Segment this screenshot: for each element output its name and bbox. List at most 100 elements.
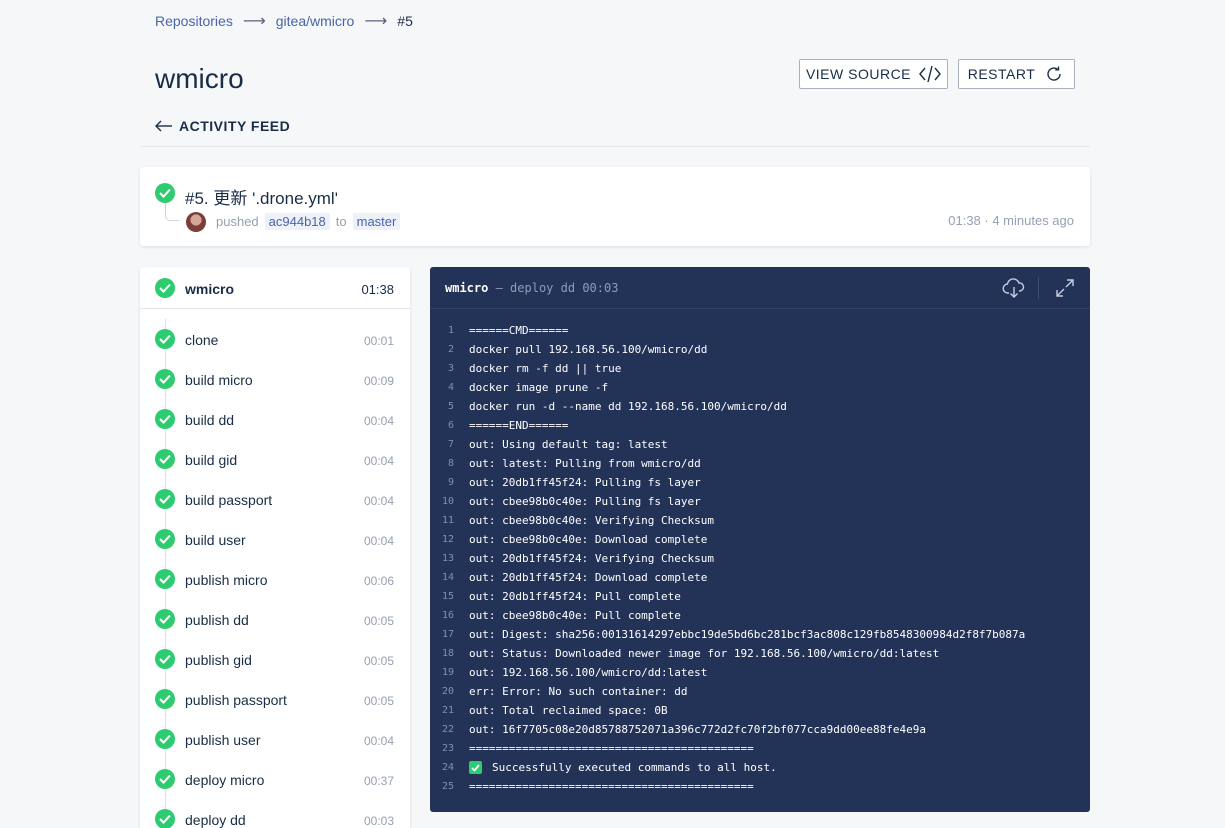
- line-number: 19: [441, 667, 454, 678]
- activity-feed-label: ACTIVITY FEED: [179, 118, 291, 134]
- line-text: docker image prune -f: [469, 381, 608, 394]
- line-content: out: Using default tag: latest: [469, 438, 668, 451]
- check-icon: [155, 409, 175, 429]
- line-number: 17: [441, 629, 454, 640]
- activity-feed-link[interactable]: ACTIVITY FEED: [155, 118, 290, 134]
- commit-link[interactable]: ac944b18: [264, 213, 330, 230]
- step-duration: 00:04: [363, 734, 394, 748]
- step-item[interactable]: deploy dd 00:03: [140, 799, 410, 828]
- check-icon: [155, 183, 175, 203]
- arrow-left-icon: [155, 120, 172, 132]
- arrow-right-icon: ⟶: [364, 13, 388, 30]
- log-line: 22 out: 16f7705c08e20d85788752071a396c772…: [430, 720, 1090, 739]
- line-number: 22: [441, 724, 454, 735]
- line-content: out: cbee98b0c40e: Pull complete: [469, 609, 681, 622]
- log-line: 7 out: Using default tag: latest: [430, 435, 1090, 454]
- line-content: ======CMD======: [469, 324, 569, 337]
- check-icon: [155, 278, 175, 298]
- line-text: out: latest: Pulling from wmicro/dd: [469, 457, 701, 470]
- line-number: 1: [447, 325, 454, 336]
- line-content: docker run -d --name dd 192.168.56.100/w…: [469, 400, 787, 413]
- log-panel: wmicro — deploy dd 00:03 1 ======CMD=====…: [430, 267, 1090, 812]
- check-icon: [155, 569, 175, 589]
- breadcrumb-repositories[interactable]: Repositories: [155, 13, 233, 29]
- build-action: pushed: [216, 214, 259, 229]
- line-number: 12: [441, 534, 454, 545]
- line-content: docker pull 192.168.56.100/wmicro/dd: [469, 343, 708, 356]
- step-item[interactable]: publish gid 00:05: [140, 639, 410, 679]
- step-duration: 00:09: [363, 374, 394, 388]
- check-icon: [155, 369, 175, 389]
- step-duration: 00:04: [363, 534, 394, 548]
- line-content: out: 20db1ff45f24: Verifying Checksum: [469, 552, 715, 565]
- breadcrumb-repo[interactable]: gitea/wmicro: [276, 13, 355, 29]
- line-content: out: cbee98b0c40e: Verifying Checksum: [469, 514, 715, 527]
- header-separator: [1038, 277, 1039, 299]
- step-list: clone 00:01 build micro 00:09 build dd 00:04 b…: [140, 309, 410, 828]
- line-number: 9: [447, 477, 454, 488]
- step-duration: 00:05: [363, 654, 394, 668]
- view-source-button[interactable]: VIEW SOURCE: [799, 59, 948, 89]
- line-content: err: Error: No such container: dd: [469, 685, 688, 698]
- log-line: 10 out: cbee98b0c40e: Pulling fs layer: [430, 492, 1090, 511]
- page-title: wmicro: [155, 63, 244, 94]
- arrow-right-icon: ⟶: [242, 13, 266, 30]
- step-name: clone: [185, 332, 219, 348]
- line-text: out: Status: Downloaded newer image for …: [469, 647, 939, 660]
- step-duration: 00:04: [363, 494, 394, 508]
- step-item[interactable]: publish user 00:04: [140, 719, 410, 759]
- line-text: out: cbee98b0c40e: Pull complete: [469, 609, 681, 622]
- refresh-icon: [1047, 66, 1061, 81]
- expand-icon[interactable]: [1053, 276, 1077, 300]
- step-name: publish user: [185, 732, 261, 748]
- line-content: docker rm -f dd || true: [469, 362, 622, 375]
- check-icon: [469, 761, 482, 775]
- breadcrumb-current: #5: [397, 13, 413, 29]
- log-line: 9 out: 20db1ff45f24: Pulling fs layer: [430, 473, 1090, 492]
- step-item[interactable]: build user 00:04: [140, 519, 410, 559]
- stage-header[interactable]: wmicro 01:38: [140, 267, 410, 309]
- log-line: 6 ======END======: [430, 416, 1090, 435]
- log-lines: 1 ======CMD====== 2 docker pull 192.168.56.…: [430, 321, 1090, 796]
- step-item[interactable]: build micro 00:09: [140, 359, 410, 399]
- step-duration: 00:01: [363, 334, 394, 348]
- breadcrumb: Repositories ⟶ gitea/wmicro ⟶ #5: [155, 11, 413, 31]
- stage-panel: wmicro 01:38 clone 00:01 build micro 00:09 b…: [140, 267, 410, 828]
- step-item[interactable]: publish passport 00:05: [140, 679, 410, 719]
- branch-link[interactable]: master: [352, 213, 401, 230]
- step-name: build dd: [185, 412, 235, 428]
- line-content: out: 16f7705c08e20d85788752071a396c772d2…: [469, 723, 926, 736]
- step-duration: 00:37: [363, 774, 394, 788]
- step-item[interactable]: deploy micro 00:37: [140, 759, 410, 799]
- log-line: 8 out: latest: Pulling from wmicro/dd: [430, 454, 1090, 473]
- cloud-download-icon[interactable]: [1002, 276, 1026, 300]
- step-duration: 00:05: [363, 614, 394, 628]
- line-number: 14: [441, 572, 454, 583]
- connector-line: [165, 203, 179, 221]
- step-duration: 00:05: [363, 694, 394, 708]
- step-item[interactable]: build gid 00:04: [140, 439, 410, 479]
- step-item[interactable]: publish micro 00:06: [140, 559, 410, 599]
- line-content: Successfully executed commands to all ho…: [492, 760, 777, 774]
- check-icon: [155, 729, 175, 749]
- log-line: 18 out: Status: Downloaded newer image fo…: [430, 644, 1090, 663]
- line-content: out: 20db1ff45f24: Pulling fs layer: [469, 476, 701, 489]
- log-line: 3 docker rm -f dd || true: [430, 359, 1090, 378]
- line-number: 3: [447, 363, 454, 374]
- step-item[interactable]: clone 00:01: [140, 319, 410, 359]
- log-line: 24 Successfully executed commands to all …: [430, 758, 1090, 777]
- restart-button[interactable]: RESTART: [958, 59, 1075, 89]
- log-line: 14 out: 20db1ff45f24: Download complete: [430, 568, 1090, 587]
- line-text: out: 20db1ff45f24: Verifying Checksum: [469, 552, 714, 565]
- line-number: 7: [447, 439, 454, 450]
- step-duration: 00:04: [363, 414, 394, 428]
- log-line: 25 ======================================…: [430, 777, 1090, 796]
- log-line: 2 docker pull 192.168.56.100/wmicro/dd: [430, 340, 1090, 359]
- step-item[interactable]: build dd 00:04: [140, 399, 410, 439]
- step-item[interactable]: publish dd 00:05: [140, 599, 410, 639]
- log-line: 13 out: 20db1ff45f24: Verifying Checksum: [430, 549, 1090, 568]
- build-card: #5. 更新 '.drone.yml' pushed ac944b18 to m…: [140, 167, 1090, 246]
- line-content: out: Digest: sha256:00131614297ebbc19de5…: [469, 628, 1026, 641]
- line-number: 23: [441, 743, 454, 754]
- step-item[interactable]: build passport 00:04: [140, 479, 410, 519]
